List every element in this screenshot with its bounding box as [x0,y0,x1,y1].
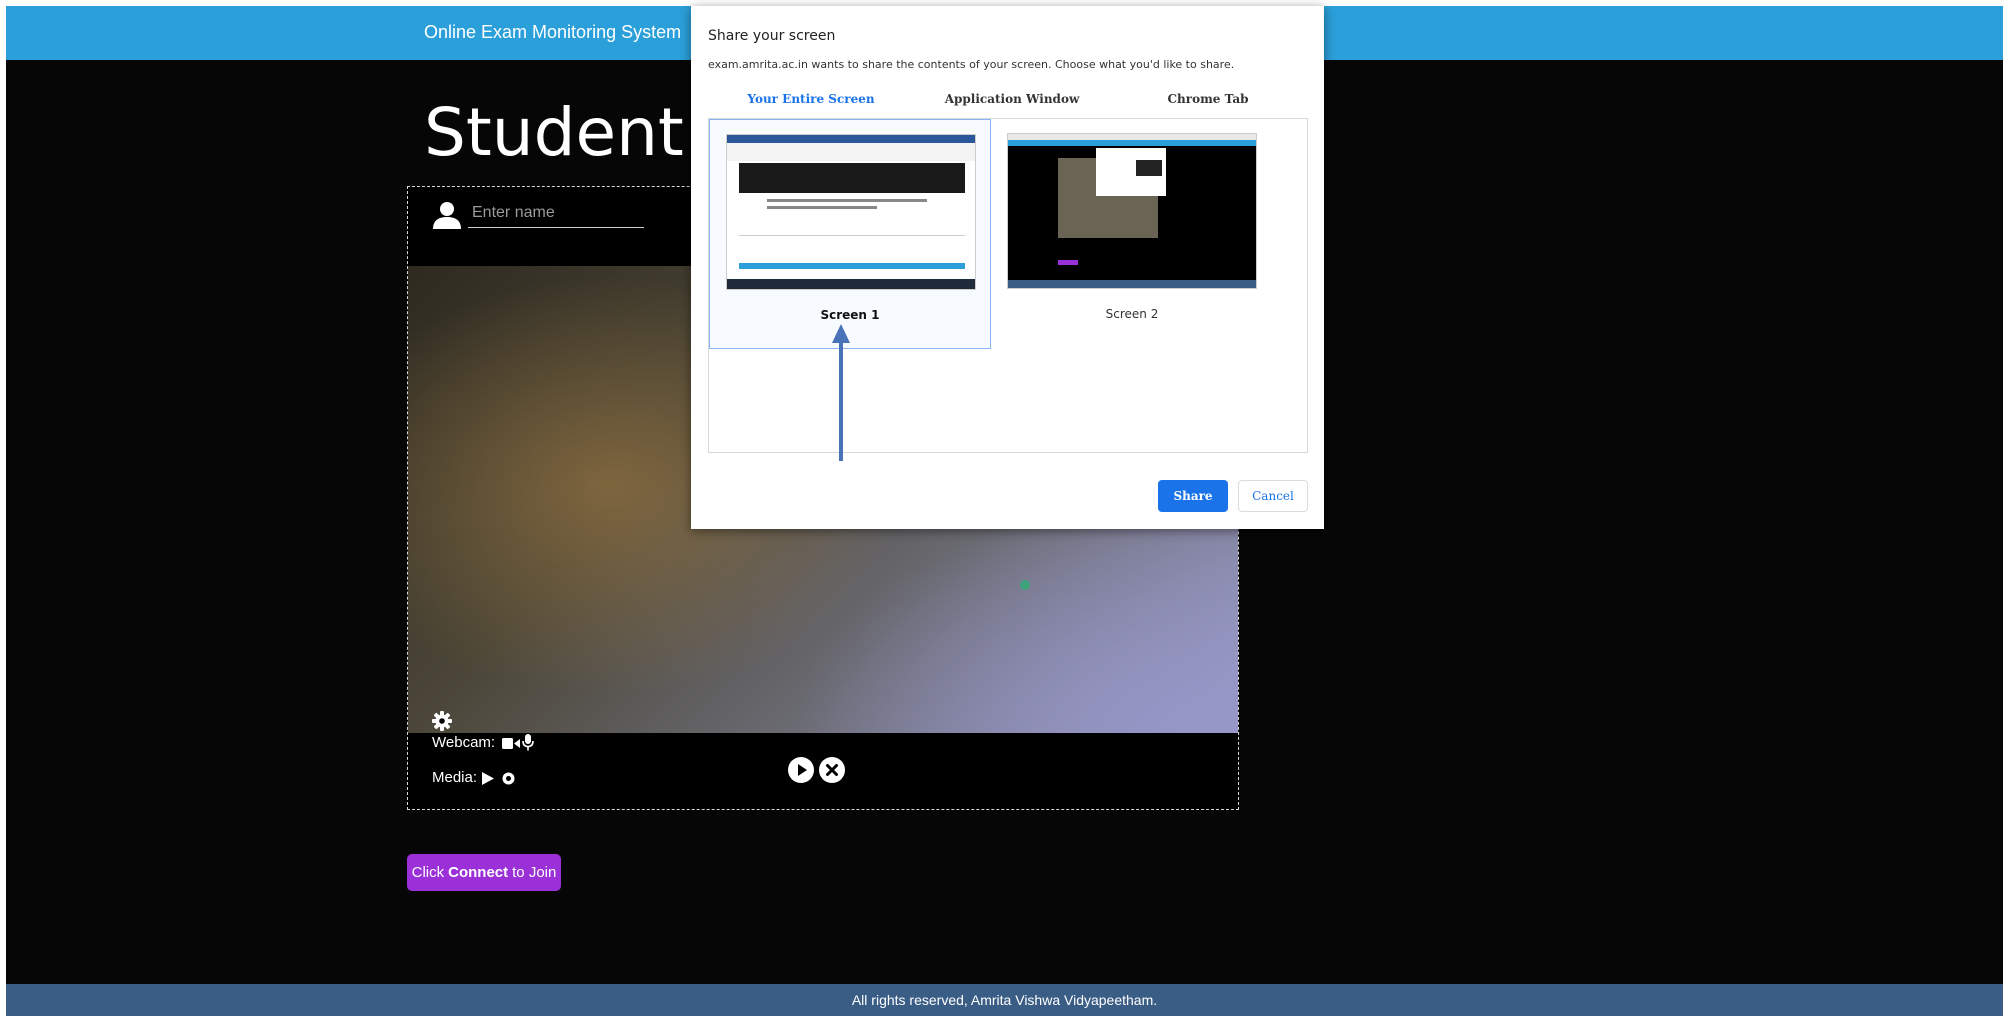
tab-entire-screen[interactable]: Your Entire Screen [708,92,914,121]
video-camera-icon[interactable] [502,737,520,750]
brand-title[interactable]: Online Exam Monitoring System [424,22,681,43]
webcam-label: Webcam: [432,734,496,751]
source-screen-1[interactable]: Screen 1 [709,119,991,349]
connect-suffix: to Join [512,864,557,881]
footer: All rights reserved, Amrita Vishwa Vidya… [6,984,2003,1016]
play-icon[interactable] [482,772,494,785]
tab-application-window[interactable]: Application Window [914,92,1110,118]
screen-1-thumbnail [726,134,976,290]
tab-chrome-tab[interactable]: Chrome Tab [1110,92,1306,118]
page: Online Exam Monitoring System Student C … [6,6,2003,1016]
close-circle-icon[interactable] [819,757,845,783]
footer-text: All rights reserved, Amrita Vishwa Vidya… [851,992,1158,1008]
connect-bold: Connect [448,864,509,881]
cancel-button[interactable]: Cancel [1238,480,1308,512]
source-screen-2[interactable]: Screen 2 [991,119,1273,349]
play-circle-icon[interactable] [788,757,814,783]
name-input[interactable] [468,199,644,228]
user-icon [433,202,461,229]
source-list: Screen 1 Screen 2 [708,118,1308,453]
media-label: Media: [432,769,478,786]
connect-prefix: Click [411,864,445,881]
record-icon[interactable] [502,772,515,785]
share-screen-dialog: Share your screen exam.amrita.ac.in want… [691,6,1324,529]
screen-2-thumbnail [1007,133,1257,289]
microphone-icon[interactable] [522,734,534,751]
share-button[interactable]: Share [1158,480,1228,512]
dialog-subtitle: exam.amrita.ac.in wants to share the con… [708,58,1235,71]
screen-2-label: Screen 2 [1105,307,1159,321]
video-dot [1020,580,1030,590]
gear-icon[interactable] [432,711,452,731]
screen-1-label: Screen 1 [820,308,880,322]
connect-button[interactable]: Click Connect to Join [407,854,561,891]
dialog-title: Share your screen [708,28,836,44]
